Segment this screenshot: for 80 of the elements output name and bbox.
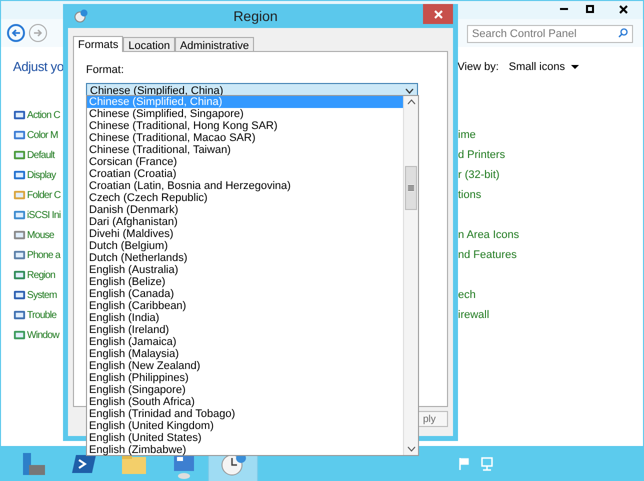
applet-link[interactable]: Display [27,168,56,182]
applet-icon [13,188,26,202]
format-option[interactable]: English (Australia) [87,264,403,276]
format-option[interactable]: English (New Zealand) [87,360,403,372]
applet-icon [13,148,26,162]
applet-icon [13,168,26,182]
close-icon [434,10,442,18]
format-option[interactable]: Dutch (Netherlands) [87,252,403,264]
applet-icon [13,108,26,122]
format-option[interactable]: Chinese (Traditional, Hong Kong SAR) [87,120,403,132]
format-option[interactable]: Croatian (Croatia) [87,168,403,180]
applet-link[interactable]: Window [27,328,59,342]
format-option[interactable]: English (Philippines) [87,372,403,384]
applet-icon [13,248,26,262]
back-arrow-icon [11,28,21,38]
applet-link[interactable]: r (32-bit) [458,166,500,184]
applet-icon [13,308,26,322]
format-option[interactable]: Dari (Afghanistan) [87,216,403,228]
search-icon [618,28,628,38]
format-option[interactable]: English (United Kingdom) [87,420,403,432]
format-option[interactable]: English (United States) [87,432,403,444]
applet-link[interactable]: nd Features [458,246,517,264]
search-field[interactable]: Search Control Panel [467,25,633,43]
format-option[interactable]: English (Belize) [87,276,403,288]
format-option[interactable]: Chinese (Traditional, Taiwan) [87,144,403,156]
format-option[interactable]: Chinese (Traditional, Macao SAR) [87,132,403,144]
applet-link[interactable]: d Printers [458,146,506,164]
format-option[interactable]: English (Caribbean) [87,300,403,312]
format-option[interactable]: English (Singapore) [87,384,403,396]
format-option[interactable]: Czech (Czech Republic) [87,192,403,204]
applet-link[interactable]: System [27,288,57,302]
applet-link[interactable]: tions [458,186,482,204]
applet-link[interactable]: Trouble [27,308,56,322]
format-option[interactable]: English (Trinidad and Tobago) [87,408,403,420]
applet-icon [13,268,26,282]
view-by-label: View by: [457,60,499,75]
format-option[interactable]: Divehi (Maldives) [87,228,403,240]
dialog-tab[interactable]: Administrative [174,37,254,51]
format-label: Format: [86,63,125,78]
format-option[interactable]: English (Ireland) [87,324,403,336]
dialog-title: Region [232,6,279,26]
close-icon [618,4,628,14]
dialog-tab[interactable]: Location [123,37,175,51]
applet-icon [13,288,26,302]
applet-link[interactable]: irewall [458,306,490,324]
applet-icon [13,228,26,242]
format-option[interactable]: English (India) [87,312,403,324]
applet-link[interactable]: Phone a [27,248,60,262]
format-option[interactable]: English (Zimbabwe) [87,444,403,456]
applet-link[interactable]: ime [458,126,476,144]
applet-link[interactable]: iSCSI Ini [27,208,61,222]
forward-arrow-icon [33,28,43,38]
format-option[interactable]: English (Canada) [87,288,403,300]
chevron-down-icon [405,88,414,94]
applet-link[interactable]: Action C [27,108,60,122]
scrollbar[interactable] [403,96,418,455]
applet-link[interactable]: Mouse [27,228,54,242]
format-option[interactable]: Dutch (Belgium) [87,240,403,252]
format-option[interactable]: Croatian (Latin, Bosnia and Herzegovina) [87,180,403,192]
applet-icon [13,208,26,222]
view-by-dropdown[interactable]: Small icons [508,58,579,76]
format-option[interactable]: English (South Africa) [87,396,403,408]
format-option[interactable]: Chinese (Simplified, Singapore) [87,108,403,120]
dialog-close-button[interactable] [423,4,453,24]
applet-icon [13,128,26,142]
applet-link[interactable]: ech [458,286,476,304]
scroll-thumb[interactable] [405,166,417,210]
grip-icon [408,185,414,191]
applet-link[interactable]: Color M [27,128,58,142]
back-button[interactable] [7,24,25,42]
format-option[interactable]: English (Jamaica) [87,336,403,348]
applet-link[interactable]: Region [27,268,56,282]
applet-link[interactable]: Default [27,148,54,162]
applet-link[interactable]: n Area Icons [458,226,520,244]
applet-icon [13,328,26,342]
dialog-tab[interactable]: Formats [73,36,124,52]
format-option[interactable]: Danish (Denmark) [87,204,403,216]
format-option[interactable]: English (Malaysia) [87,348,403,360]
format-option[interactable]: Corsican (France) [87,156,403,168]
applet-link[interactable]: Folder C [27,188,61,202]
